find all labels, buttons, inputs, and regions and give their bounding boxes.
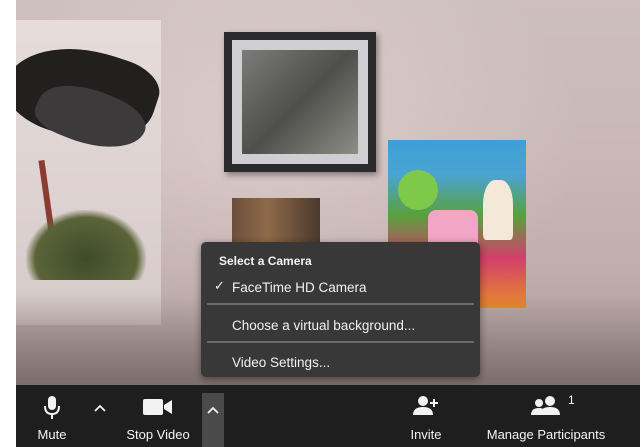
video-camera-icon [143,398,173,421]
menu-item-facetime-camera[interactable]: ✓ FaceTime HD Camera [201,274,480,300]
menu-item-label: Choose a virtual background... [232,317,416,333]
add-person-icon [413,395,439,422]
tapestry-figure [483,180,513,240]
menu-separator [207,341,474,343]
manage-participants-button[interactable]: 1 Manage Participants [476,385,616,447]
menu-separator [207,303,474,305]
small-picture [232,198,320,243]
stop-video-button[interactable]: Stop Video [116,385,200,447]
stop-video-label: Stop Video [126,427,190,442]
checkmark-icon: ✓ [214,278,225,293]
manage-participants-label: Manage Participants [486,427,606,442]
video-options-caret[interactable] [202,393,224,447]
meeting-window: Select a Camera ✓ FaceTime HD Camera Cho… [0,0,644,447]
participants-count: 1 [568,393,575,407]
poster-grass [26,210,146,280]
camera-menu: Select a Camera ✓ FaceTime HD Camera Cho… [201,242,480,377]
mute-label: Mute [37,427,67,442]
audio-options-caret[interactable] [89,403,111,443]
meeting-toolbar: Mute Stop Video Invite 1 Manage Particip… [16,385,640,447]
invite-button[interactable]: Invite [400,385,452,447]
microphone-icon [44,395,60,426]
tapestry-tree [398,170,438,210]
chevron-up-icon [94,404,106,412]
bird-poster [16,20,167,285]
menu-item-label: FaceTime HD Camera [232,279,367,295]
people-icon [530,395,562,422]
camera-menu-header: Select a Camera [219,254,312,268]
invite-label: Invite [410,427,442,442]
menu-item-virtual-background[interactable]: Choose a virtual background... [201,312,480,338]
mute-button[interactable]: Mute [30,385,74,447]
framed-picture [224,32,376,172]
menu-item-label: Video Settings... [232,354,331,370]
menu-item-video-settings[interactable]: Video Settings... [201,349,480,375]
chevron-up-icon [207,406,219,414]
picture-image [242,50,358,154]
